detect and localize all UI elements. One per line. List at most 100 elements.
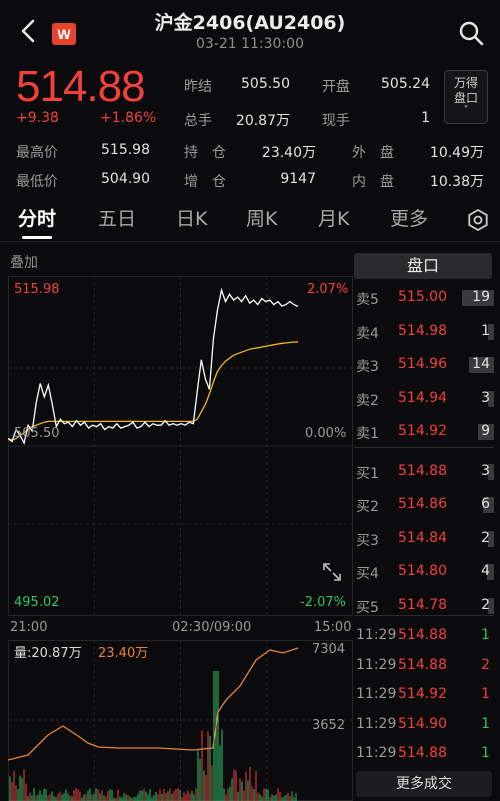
- trade-price: 514.92: [398, 686, 447, 702]
- tab-weekly-k[interactable]: 周K: [246, 204, 277, 231]
- volume-mid: 3652: [312, 718, 346, 733]
- ask-row: 卖1 514.92 9: [356, 420, 496, 444]
- trade-time: 11:29: [356, 686, 397, 702]
- level-price: 515.00: [398, 289, 447, 305]
- total-volume-value: 20.87万: [235, 113, 290, 129]
- time-label-start: 21:00: [10, 620, 48, 635]
- contract-title: 沪金2406(AU2406): [154, 12, 346, 34]
- trade-row: 11:29 514.88 2: [356, 654, 494, 678]
- ask-row: 卖5 515.00 19: [356, 286, 496, 310]
- level-volume: 4: [481, 563, 490, 579]
- gear-icon[interactable]: [466, 208, 490, 232]
- y-top-percent: 2.07%: [307, 282, 349, 297]
- trade-volume: 1: [481, 715, 490, 732]
- low-label: 最低价: [16, 174, 58, 190]
- y-mid-percent: 0.00%: [305, 426, 347, 441]
- trade-volume: 1: [481, 745, 490, 761]
- last-volume-value: 1: [421, 110, 430, 126]
- trade-row: 11:29 514.90 1: [356, 713, 494, 737]
- level-label: 买5: [356, 599, 379, 616]
- bid-row: 买5 514.78 2: [356, 594, 496, 618]
- tab-monthly-k[interactable]: 月K: [318, 204, 349, 231]
- trade-time: 11:29: [356, 656, 397, 673]
- low-value: 504.90: [101, 171, 150, 187]
- inner-value: 10.38万: [429, 174, 484, 190]
- level-volume: 2: [481, 596, 490, 613]
- trade-price: 514.88: [398, 656, 447, 673]
- tab-more[interactable]: 更多: [390, 204, 428, 231]
- wind-orderbook-button[interactable]: 万得 盘口 ˅: [444, 70, 488, 124]
- time-label-end: 15:00: [314, 620, 352, 635]
- tab-intraday[interactable]: 分时: [18, 204, 56, 231]
- chart-grid: [8, 276, 353, 616]
- y-top-price: 515.98: [14, 282, 60, 297]
- ask-row: 卖4 514.98 1: [356, 320, 496, 344]
- level-price: 514.88: [398, 462, 447, 479]
- ask-row: 卖2 514.94 3: [356, 387, 496, 411]
- volume-label: 量:20.87万: [14, 646, 82, 661]
- search-icon[interactable]: [458, 20, 484, 46]
- trade-volume: 1: [481, 686, 490, 702]
- ask-row: 卖3 514.96 14: [356, 353, 496, 377]
- open-interest-label: 持 仓: [184, 145, 226, 161]
- oi-increase-value: 9147: [280, 171, 316, 187]
- expand-icon[interactable]: [323, 563, 341, 581]
- y-bottom-price: 495.02: [14, 595, 60, 610]
- trade-row: 11:29 514.88 1: [356, 624, 494, 648]
- tab-five-day[interactable]: 五日: [98, 204, 136, 231]
- trade-price: 514.88: [398, 627, 447, 643]
- overlay-button[interactable]: 叠加: [10, 252, 38, 272]
- tab-daily-k[interactable]: 日K: [176, 204, 207, 231]
- inner-label: 内 盘: [352, 174, 394, 190]
- level-label: 卖5: [356, 292, 379, 308]
- trade-time: 11:29: [356, 715, 397, 732]
- volume-grid: [8, 640, 353, 801]
- price-change: +9.38: [16, 110, 59, 126]
- volume-bars: [9, 671, 297, 801]
- outer-label: 外 盘: [352, 145, 394, 161]
- level-label: 卖1: [356, 426, 379, 442]
- y-bottom-percent: -2.07%: [300, 595, 346, 610]
- trades-divider: [354, 615, 494, 616]
- level-label: 买3: [356, 532, 379, 549]
- open-interest-line: [8, 647, 299, 761]
- level-price: 514.86: [398, 496, 447, 512]
- quote-datetime: 03-21 11:30:00: [195, 36, 304, 52]
- level-price: 514.98: [398, 322, 447, 339]
- more-trades-button[interactable]: 更多成交: [356, 771, 492, 797]
- intraday-price-chart: [8, 276, 353, 616]
- chart-period-tabs: 分时 五日 日K 周K 月K 更多: [0, 196, 500, 242]
- trade-volume: 2: [481, 656, 490, 673]
- trade-row: 11:29 514.88 1: [356, 742, 494, 766]
- trade-volume: 1: [481, 627, 490, 643]
- high-label: 最高价: [16, 145, 58, 161]
- level-volume: 9: [481, 423, 490, 439]
- price-change-percent: +1.86%: [100, 110, 157, 126]
- header-bar: W 沪金2406(AU2406) 03-21 11:30:00: [0, 0, 500, 60]
- high-value: 515.98: [101, 142, 150, 158]
- last-volume-label: 现手: [322, 113, 350, 129]
- level-volume: 1: [481, 322, 490, 339]
- level-label: 买2: [356, 499, 379, 515]
- price-line: [8, 287, 299, 445]
- bid-row: 买3 514.84 2: [356, 527, 496, 551]
- volume-oi-label: 23.40万: [98, 646, 149, 661]
- orderbook-tab[interactable]: 盘口: [354, 253, 492, 279]
- wind-orderbook-line2: 盘口: [453, 91, 478, 105]
- level-price: 514.80: [398, 563, 447, 579]
- bid-row: 买1 514.88 3: [356, 460, 496, 484]
- orderbook-divider: [354, 447, 494, 448]
- level-label: 卖2: [356, 392, 379, 409]
- total-volume-label: 总手: [184, 113, 212, 129]
- last-price: 514.88: [16, 62, 146, 111]
- level-price: 514.96: [398, 356, 447, 372]
- level-label: 买4: [356, 566, 379, 582]
- level-price: 514.92: [398, 423, 447, 439]
- open-label: 开盘: [322, 79, 350, 95]
- chevron-down-icon: ˅: [463, 105, 469, 116]
- open-interest-value: 23.40万: [261, 145, 316, 161]
- y-mid-price: 505.50: [14, 426, 60, 441]
- level-price: 514.84: [398, 529, 447, 546]
- trade-row: 11:29 514.92 1: [356, 683, 494, 707]
- level-label: 卖3: [356, 359, 379, 375]
